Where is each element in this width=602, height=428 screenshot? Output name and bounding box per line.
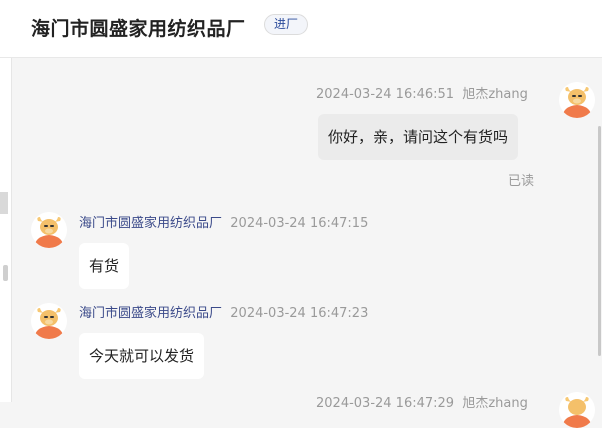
cartoon-ox-avatar-icon <box>34 217 64 248</box>
message-bubble[interactable]: 有货 <box>79 243 130 289</box>
shop-title[interactable]: 海门市圆盛家用纺织品厂 <box>31 14 246 41</box>
cartoon-ox-avatar-icon <box>562 397 592 428</box>
enter-shop-badge[interactable]: 进厂 <box>264 14 308 35</box>
message-bubble[interactable]: 今天就可以发货 <box>79 333 205 379</box>
left-panel-marker <box>0 192 8 214</box>
cartoon-ox-avatar-icon <box>562 87 592 118</box>
message-time: 2024-03-24 16:46:51 <box>316 87 455 102</box>
sender-name: 海门市圆盛家用纺织品厂 <box>79 216 223 231</box>
cartoon-ox-avatar-icon <box>34 308 64 339</box>
sender-name: 旭杰zhang <box>462 87 528 102</box>
shop-avatar-icon[interactable] <box>31 303 67 339</box>
message-meta: 2024-03-24 16:46:51 旭杰zhang <box>316 83 528 102</box>
message-meta: 海门市圆盛家用纺织品厂 2024-03-24 16:47:15 <box>79 212 368 231</box>
sender-name: 旭杰zhang <box>462 396 528 411</box>
scrollbar-thumb[interactable] <box>598 126 601 356</box>
shop-avatar-icon[interactable] <box>31 212 67 248</box>
left-panel-edge <box>0 58 12 402</box>
chat-header: 海门市圆盛家用纺织品厂 进厂 <box>0 0 602 58</box>
message-bubble[interactable]: 你好，亲，请问这个有货吗 <box>318 114 519 160</box>
sender-name: 海门市圆盛家用纺织品厂 <box>79 306 223 321</box>
left-panel-handle[interactable] <box>3 265 8 281</box>
read-status: 已读 <box>508 174 535 189</box>
message-time: 2024-03-24 16:47:15 <box>230 216 369 231</box>
message-time: 2024-03-24 16:47:29 <box>316 396 455 411</box>
message-meta: 海门市圆盛家用纺织品厂 2024-03-24 16:47:23 <box>79 302 368 321</box>
message-time: 2024-03-24 16:47:23 <box>230 306 369 321</box>
user-avatar-icon[interactable] <box>559 392 595 428</box>
user-avatar-icon[interactable] <box>559 82 595 118</box>
